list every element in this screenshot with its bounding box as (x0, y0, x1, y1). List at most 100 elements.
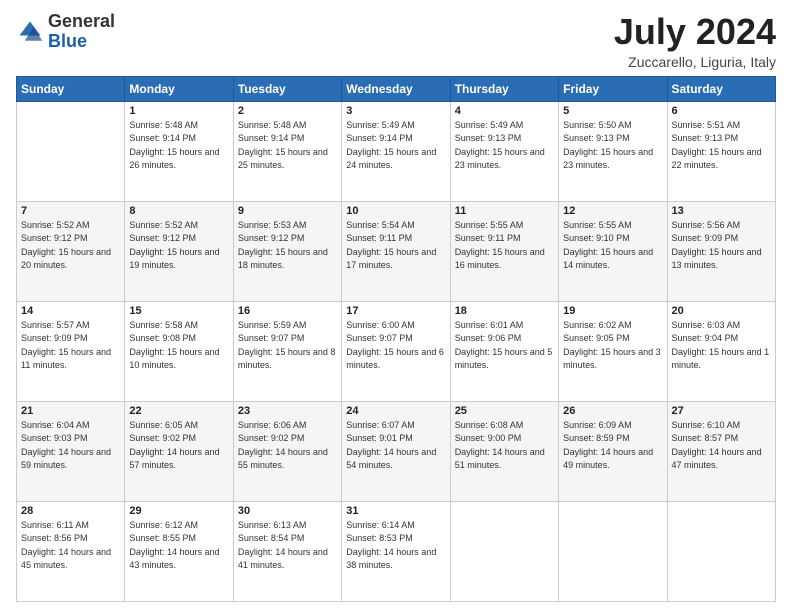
weekday-header: Monday (125, 76, 233, 101)
calendar-cell: 13 Sunrise: 5:56 AMSunset: 9:09 PMDayligh… (667, 201, 775, 301)
day-number: 2 (238, 105, 337, 117)
page: General Blue July 2024 Zuccarello, Ligur… (0, 0, 792, 612)
calendar-cell: 1 Sunrise: 5:48 AMSunset: 9:14 PMDaylight… (125, 101, 233, 201)
title-block: July 2024 Zuccarello, Liguria, Italy (614, 12, 776, 70)
weekday-header: Wednesday (342, 76, 450, 101)
day-info: Sunrise: 5:51 AMSunset: 9:13 PMDaylight:… (672, 119, 771, 173)
day-number: 4 (455, 105, 554, 117)
day-number: 16 (238, 305, 337, 317)
day-info: Sunrise: 5:55 AMSunset: 9:11 PMDaylight:… (455, 219, 554, 273)
day-info: Sunrise: 6:03 AMSunset: 9:04 PMDaylight:… (672, 319, 771, 373)
day-info: Sunrise: 6:05 AMSunset: 9:02 PMDaylight:… (129, 419, 228, 473)
day-number: 14 (21, 305, 120, 317)
day-info: Sunrise: 5:49 AMSunset: 9:14 PMDaylight:… (346, 119, 445, 173)
calendar-cell: 15Sunrise: 5:58 AMSunset: 9:08 PMDayligh… (125, 301, 233, 401)
calendar-cell: 4 Sunrise: 5:49 AMSunset: 9:13 PMDaylight… (450, 101, 558, 201)
day-number: 24 (346, 405, 445, 417)
day-info: Sunrise: 6:10 AMSunset: 8:57 PMDaylight:… (672, 419, 771, 473)
calendar-cell: 31 Sunrise: 6:14 AMSunset: 8:53 PMDayligh… (342, 501, 450, 601)
day-info: Sunrise: 5:52 AMSunset: 9:12 PMDaylight:… (21, 219, 120, 273)
weekday-header-row: SundayMondayTuesdayWednesdayThursdayFrid… (17, 76, 776, 101)
calendar-week-row: 28 Sunrise: 6:11 AMSunset: 8:56 PMDayligh… (17, 501, 776, 601)
calendar-week-row: 21 Sunrise: 6:04 AMSunset: 9:03 PMDayligh… (17, 401, 776, 501)
day-info: Sunrise: 5:56 AMSunset: 9:09 PMDaylight:… (672, 219, 771, 273)
day-number: 9 (238, 205, 337, 217)
calendar-cell: 24 Sunrise: 6:07 AMSunset: 9:01 PMDayligh… (342, 401, 450, 501)
calendar-cell: 28 Sunrise: 6:11 AMSunset: 8:56 PMDayligh… (17, 501, 125, 601)
calendar: SundayMondayTuesdayWednesdayThursdayFrid… (16, 76, 776, 602)
calendar-cell: 3 Sunrise: 5:49 AMSunset: 9:14 PMDaylight… (342, 101, 450, 201)
weekday-header: Tuesday (233, 76, 341, 101)
calendar-cell: 29 Sunrise: 6:12 AMSunset: 8:55 PMDayligh… (125, 501, 233, 601)
day-info: Sunrise: 6:07 AMSunset: 9:01 PMDaylight:… (346, 419, 445, 473)
calendar-cell: 21 Sunrise: 6:04 AMSunset: 9:03 PMDayligh… (17, 401, 125, 501)
header: General Blue July 2024 Zuccarello, Ligur… (16, 12, 776, 70)
day-info: Sunrise: 6:01 AMSunset: 9:06 PMDaylight:… (455, 319, 554, 373)
day-info: Sunrise: 5:59 AMSunset: 9:07 PMDaylight:… (238, 319, 337, 373)
day-info: Sunrise: 6:14 AMSunset: 8:53 PMDaylight:… (346, 519, 445, 573)
logo-blue: Blue (48, 31, 87, 51)
calendar-cell: 18Sunrise: 6:01 AMSunset: 9:06 PMDayligh… (450, 301, 558, 401)
day-info: Sunrise: 5:50 AMSunset: 9:13 PMDaylight:… (563, 119, 662, 173)
day-info: Sunrise: 5:48 AMSunset: 9:14 PMDaylight:… (129, 119, 228, 173)
calendar-week-row: 7 Sunrise: 5:52 AMSunset: 9:12 PMDaylight… (17, 201, 776, 301)
calendar-cell: 5 Sunrise: 5:50 AMSunset: 9:13 PMDaylight… (559, 101, 667, 201)
calendar-cell (559, 501, 667, 601)
calendar-cell: 27 Sunrise: 6:10 AMSunset: 8:57 PMDayligh… (667, 401, 775, 501)
calendar-cell: 10 Sunrise: 5:54 AMSunset: 9:11 PMDayligh… (342, 201, 450, 301)
calendar-cell (17, 101, 125, 201)
day-info: Sunrise: 5:54 AMSunset: 9:11 PMDaylight:… (346, 219, 445, 273)
day-info: Sunrise: 6:00 AMSunset: 9:07 PMDaylight:… (346, 319, 445, 373)
day-number: 27 (672, 405, 771, 417)
weekday-header: Saturday (667, 76, 775, 101)
day-info: Sunrise: 6:02 AMSunset: 9:05 PMDaylight:… (563, 319, 662, 373)
day-number: 10 (346, 205, 445, 217)
day-info: Sunrise: 5:49 AMSunset: 9:13 PMDaylight:… (455, 119, 554, 173)
weekday-header: Thursday (450, 76, 558, 101)
day-info: Sunrise: 5:52 AMSunset: 9:12 PMDaylight:… (129, 219, 228, 273)
day-number: 29 (129, 505, 228, 517)
day-info: Sunrise: 6:12 AMSunset: 8:55 PMDaylight:… (129, 519, 228, 573)
calendar-cell: 11Sunrise: 5:55 AMSunset: 9:11 PMDayligh… (450, 201, 558, 301)
day-number: 20 (672, 305, 771, 317)
day-number: 1 (129, 105, 228, 117)
day-info: Sunrise: 5:55 AMSunset: 9:10 PMDaylight:… (563, 219, 662, 273)
day-number: 3 (346, 105, 445, 117)
calendar-cell: 16 Sunrise: 5:59 AMSunset: 9:07 PMDayligh… (233, 301, 341, 401)
logo-text: General Blue (48, 12, 115, 52)
day-number: 8 (129, 205, 228, 217)
day-number: 5 (563, 105, 662, 117)
day-number: 31 (346, 505, 445, 517)
day-number: 12 (563, 205, 662, 217)
day-number: 25 (455, 405, 554, 417)
location: Zuccarello, Liguria, Italy (614, 54, 776, 70)
day-number: 28 (21, 505, 120, 517)
day-info: Sunrise: 6:04 AMSunset: 9:03 PMDaylight:… (21, 419, 120, 473)
calendar-cell (450, 501, 558, 601)
calendar-cell: 23Sunrise: 6:06 AMSunset: 9:02 PMDayligh… (233, 401, 341, 501)
day-number: 21 (21, 405, 120, 417)
day-number: 30 (238, 505, 337, 517)
day-info: Sunrise: 6:11 AMSunset: 8:56 PMDaylight:… (21, 519, 120, 573)
day-info: Sunrise: 5:58 AMSunset: 9:08 PMDaylight:… (129, 319, 228, 373)
calendar-cell: 17Sunrise: 6:00 AMSunset: 9:07 PMDayligh… (342, 301, 450, 401)
day-number: 6 (672, 105, 771, 117)
day-number: 19 (563, 305, 662, 317)
logo: General Blue (16, 12, 115, 52)
calendar-cell: 9 Sunrise: 5:53 AMSunset: 9:12 PMDaylight… (233, 201, 341, 301)
calendar-cell: 25Sunrise: 6:08 AMSunset: 9:00 PMDayligh… (450, 401, 558, 501)
calendar-cell: 19 Sunrise: 6:02 AMSunset: 9:05 PMDayligh… (559, 301, 667, 401)
calendar-cell: 7 Sunrise: 5:52 AMSunset: 9:12 PMDaylight… (17, 201, 125, 301)
calendar-cell: 26Sunrise: 6:09 AMSunset: 8:59 PMDayligh… (559, 401, 667, 501)
day-info: Sunrise: 5:53 AMSunset: 9:12 PMDaylight:… (238, 219, 337, 273)
calendar-week-row: 14Sunrise: 5:57 AMSunset: 9:09 PMDayligh… (17, 301, 776, 401)
day-number: 7 (21, 205, 120, 217)
logo-general: General (48, 11, 115, 31)
calendar-cell: 22Sunrise: 6:05 AMSunset: 9:02 PMDayligh… (125, 401, 233, 501)
weekday-header: Sunday (17, 76, 125, 101)
day-info: Sunrise: 6:13 AMSunset: 8:54 PMDaylight:… (238, 519, 337, 573)
calendar-cell: 6 Sunrise: 5:51 AMSunset: 9:13 PMDaylight… (667, 101, 775, 201)
calendar-cell: 2Sunrise: 5:48 AMSunset: 9:14 PMDaylight… (233, 101, 341, 201)
logo-icon (16, 18, 44, 46)
day-number: 13 (672, 205, 771, 217)
